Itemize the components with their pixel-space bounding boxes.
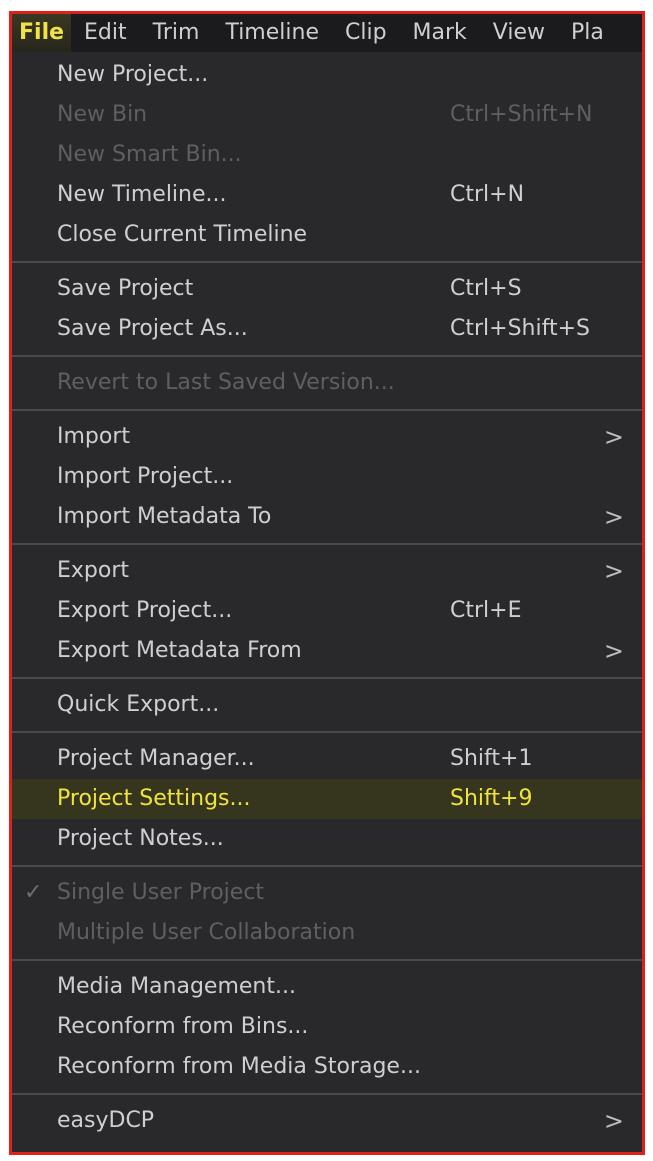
submenu-arrow-icon: > bbox=[603, 423, 624, 451]
menu-item-multiple-user-collaboration: Multiple User Collaboration bbox=[12, 913, 642, 953]
menu-item-new-smart-bin: New Smart Bin... bbox=[12, 135, 642, 175]
menu-item-label: Export Project... bbox=[57, 598, 233, 623]
menubar-view[interactable]: View bbox=[480, 14, 558, 52]
submenu-arrow-icon: > bbox=[603, 503, 624, 531]
menu-item-revert-to-last-saved: Revert to Last Saved Version... bbox=[12, 363, 642, 403]
menubar-edit[interactable]: Edit bbox=[71, 14, 140, 52]
menu-item-label: Import Metadata To bbox=[57, 504, 272, 529]
menu-item-label: Single User Project bbox=[57, 880, 265, 905]
file-menu-window: File Edit Trim Timeline Clip Mark View P… bbox=[9, 11, 645, 1155]
menu-item-import-project[interactable]: Import Project... bbox=[12, 457, 642, 497]
menubar-trim[interactable]: Trim bbox=[140, 14, 213, 52]
menu-item-close-current-timeline[interactable]: Close Current Timeline bbox=[12, 215, 642, 255]
menu-item-import[interactable]: Import > bbox=[12, 417, 642, 457]
menu-item-export-project[interactable]: Export Project... Ctrl+E bbox=[12, 591, 642, 631]
menu-separator bbox=[12, 403, 642, 417]
menu-separator bbox=[12, 349, 642, 363]
menu-item-shortcut: Ctrl+S bbox=[450, 276, 522, 301]
menu-item-easydcp[interactable]: easyDCP > bbox=[12, 1101, 642, 1141]
menu-item-quick-export[interactable]: Quick Export... bbox=[12, 685, 642, 725]
menu-item-shortcut: Shift+1 bbox=[450, 746, 533, 771]
menu-item-new-project[interactable]: New Project... bbox=[12, 55, 642, 95]
menubar-file[interactable]: File bbox=[12, 14, 72, 52]
menu-separator bbox=[12, 1087, 642, 1101]
menu-bar: File Edit Trim Timeline Clip Mark View P… bbox=[12, 14, 642, 52]
submenu-arrow-icon: > bbox=[603, 557, 624, 585]
menu-item-label: New Smart Bin... bbox=[57, 142, 242, 167]
menu-item-project-settings[interactable]: Project Settings... Shift+9 bbox=[12, 779, 642, 819]
menu-separator bbox=[12, 537, 642, 551]
menu-item-label: New Bin bbox=[57, 102, 148, 127]
menu-separator bbox=[12, 859, 642, 873]
menu-item-label: Import bbox=[57, 424, 131, 449]
menu-item-label: Multiple User Collaboration bbox=[57, 920, 356, 945]
menu-item-label: Quick Export... bbox=[57, 692, 220, 717]
menu-item-export[interactable]: Export > bbox=[12, 551, 642, 591]
menu-separator bbox=[12, 725, 642, 739]
menu-item-label: Save Project bbox=[57, 276, 194, 301]
file-menu-dropdown: New Project... New Bin Ctrl+Shift+N New … bbox=[12, 55, 642, 1141]
menu-item-label: Project Notes... bbox=[57, 826, 224, 851]
menu-item-label: easyDCP bbox=[57, 1108, 155, 1133]
menu-item-label: New Timeline... bbox=[57, 182, 227, 207]
menu-item-label: Reconform from Media Storage... bbox=[57, 1054, 421, 1079]
menu-item-label: Project Settings... bbox=[57, 786, 251, 811]
menu-item-shortcut: Ctrl+E bbox=[450, 598, 522, 623]
menu-item-label: Close Current Timeline bbox=[57, 222, 308, 247]
menu-item-shortcut: Ctrl+Shift+N bbox=[450, 102, 593, 127]
submenu-arrow-icon: > bbox=[603, 637, 624, 665]
menu-item-label: Save Project As... bbox=[57, 316, 248, 341]
menu-separator bbox=[12, 953, 642, 967]
menu-item-reconform-from-media-storage[interactable]: Reconform from Media Storage... bbox=[12, 1047, 642, 1087]
menu-item-label: Media Management... bbox=[57, 974, 296, 999]
menu-item-export-metadata-from[interactable]: Export Metadata From > bbox=[12, 631, 642, 671]
menu-separator bbox=[12, 671, 642, 685]
menu-item-project-notes[interactable]: Project Notes... bbox=[12, 819, 642, 859]
menu-item-label: Project Manager... bbox=[57, 746, 255, 771]
menu-item-media-management[interactable]: Media Management... bbox=[12, 967, 642, 1007]
submenu-arrow-icon: > bbox=[603, 1107, 624, 1135]
menubar-mark[interactable]: Mark bbox=[400, 14, 480, 52]
menu-item-label: Reconform from Bins... bbox=[57, 1014, 309, 1039]
menu-item-label: Export Metadata From bbox=[57, 638, 302, 663]
menu-item-single-user-project: ✓ Single User Project bbox=[12, 873, 642, 913]
menu-item-new-bin: New Bin Ctrl+Shift+N bbox=[12, 95, 642, 135]
menu-item-reconform-from-bins[interactable]: Reconform from Bins... bbox=[12, 1007, 642, 1047]
menu-item-shortcut: Ctrl+N bbox=[450, 182, 525, 207]
menubar-clip[interactable]: Clip bbox=[332, 14, 400, 52]
menu-item-project-manager[interactable]: Project Manager... Shift+1 bbox=[12, 739, 642, 779]
menu-item-save-project-as[interactable]: Save Project As... Ctrl+Shift+S bbox=[12, 309, 642, 349]
menu-item-label: Import Project... bbox=[57, 464, 234, 489]
menu-item-label: New Project... bbox=[57, 62, 209, 87]
menu-separator bbox=[12, 255, 642, 269]
menu-item-new-timeline[interactable]: New Timeline... Ctrl+N bbox=[12, 175, 642, 215]
menu-item-shortcut: Shift+9 bbox=[450, 786, 533, 811]
menu-item-save-project[interactable]: Save Project Ctrl+S bbox=[12, 269, 642, 309]
menu-item-label: Export bbox=[57, 558, 130, 583]
menu-item-import-metadata-to[interactable]: Import Metadata To > bbox=[12, 497, 642, 537]
checkmark-icon: ✓ bbox=[24, 880, 43, 905]
menubar-timeline[interactable]: Timeline bbox=[212, 14, 332, 52]
menu-item-shortcut: Ctrl+Shift+S bbox=[450, 316, 590, 341]
menu-item-label: Revert to Last Saved Version... bbox=[57, 370, 395, 395]
menubar-playback[interactable]: Pla bbox=[558, 14, 617, 52]
